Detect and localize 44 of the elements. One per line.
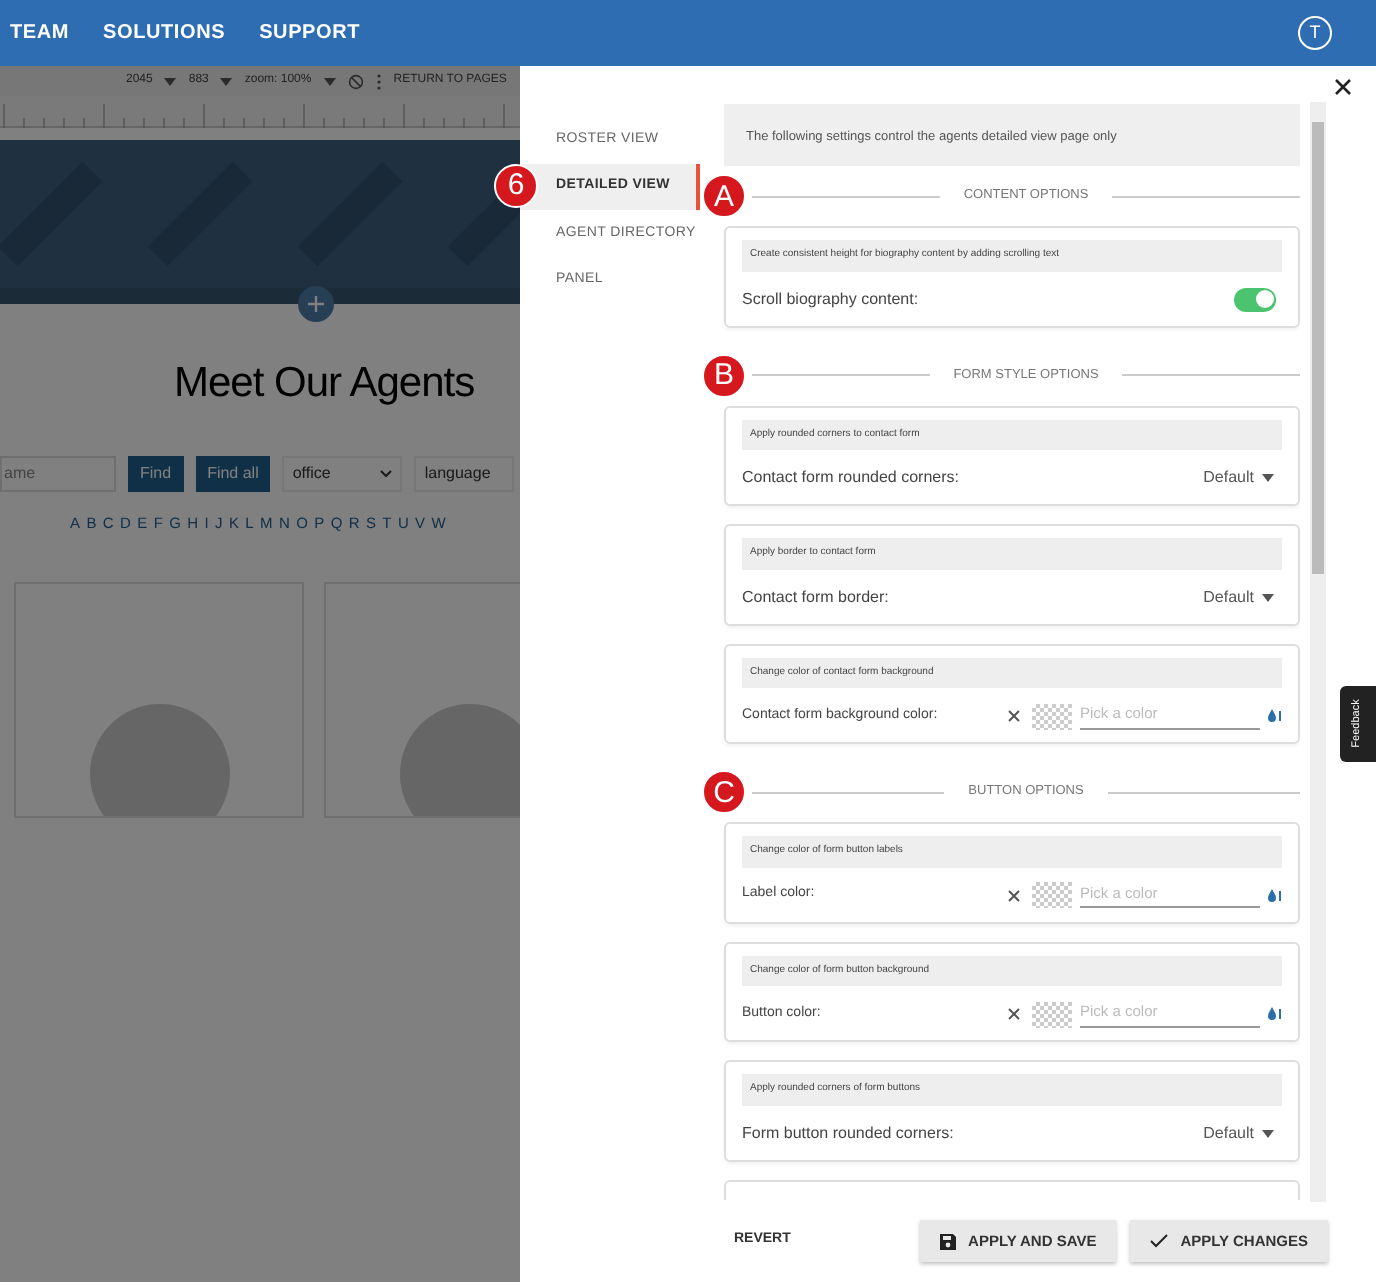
dropdown[interactable]: Default <box>1203 1121 1282 1145</box>
setting-label: Contact form rounded corners: <box>742 466 961 490</box>
name-search-field[interactable]: ame <box>0 455 116 491</box>
add-section-button[interactable] <box>298 286 334 322</box>
plus-icon <box>308 296 324 312</box>
find-button[interactable]: Find <box>128 455 184 491</box>
caret-icon <box>1262 1129 1274 1137</box>
caret-icon <box>164 77 177 85</box>
color-swatch[interactable] <box>1032 703 1072 729</box>
toggle-switch[interactable] <box>1234 287 1276 311</box>
callout-marker: B <box>702 353 746 397</box>
setting-label: Contact form border: <box>742 585 891 609</box>
nav-link[interactable]: SUPPORT <box>259 18 361 48</box>
caret-icon <box>1262 474 1274 482</box>
page-title: Meet Our Agents <box>174 358 475 410</box>
user-avatar[interactable]: T <box>1298 16 1332 50</box>
nav-link[interactable]: SOLUTIONS <box>103 18 226 48</box>
dropper-icon[interactable] <box>1266 708 1282 724</box>
find-button[interactable]: Find all <box>195 455 271 491</box>
color-swatch[interactable] <box>1032 1001 1072 1027</box>
close-icon[interactable] <box>1334 78 1352 96</box>
dropdown[interactable]: Default <box>1203 585 1282 609</box>
chevron-down-icon <box>380 469 393 477</box>
callout-marker: C <box>702 770 746 814</box>
dropper-icon[interactable] <box>1266 887 1282 903</box>
callout-marker: A <box>702 174 746 218</box>
color-swatch[interactable] <box>1032 882 1072 908</box>
caret-icon <box>323 77 336 85</box>
filter-select[interactable]: language <box>414 455 515 491</box>
checkmark-icon <box>1150 1234 1169 1248</box>
dropper-icon[interactable] <box>1266 1006 1282 1022</box>
close-icon[interactable] <box>1008 710 1020 722</box>
filter-select[interactable]: office <box>282 455 403 491</box>
setting-label: Scroll biography content: <box>742 287 921 311</box>
caret-icon <box>220 77 233 85</box>
close-icon[interactable] <box>1008 889 1020 901</box>
caret-icon <box>1262 593 1274 601</box>
block-icon[interactable] <box>347 73 364 89</box>
scrollbar[interactable] <box>1310 102 1326 1202</box>
close-icon[interactable] <box>1008 1008 1020 1020</box>
nav-link[interactable]: TEAM <box>10 18 70 48</box>
setting-label: Form button rounded corners: <box>742 1121 956 1145</box>
dropdown[interactable]: Default <box>1203 466 1282 490</box>
more-icon[interactable] <box>375 73 382 89</box>
